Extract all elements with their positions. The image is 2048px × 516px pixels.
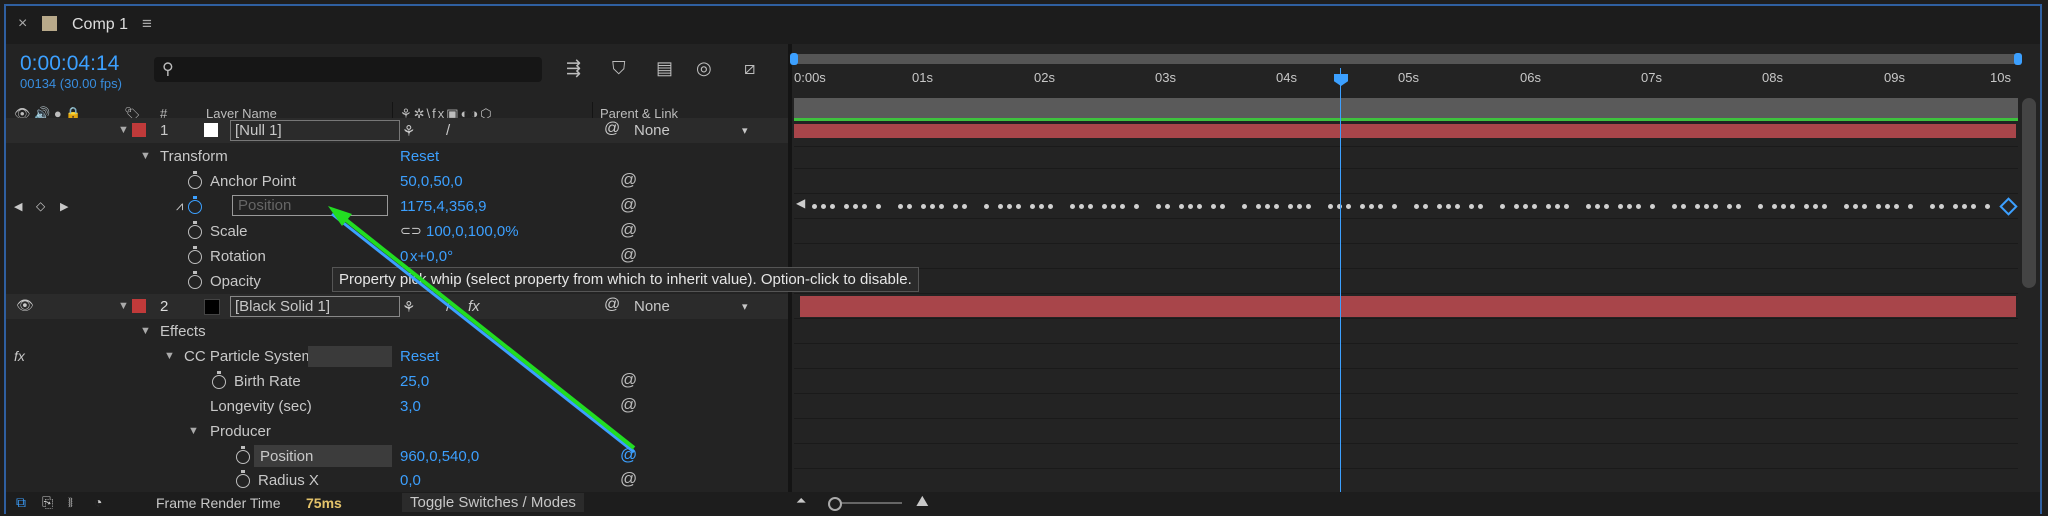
render-time-value: 75ms (306, 495, 342, 511)
zoom-slider-handle[interactable] (828, 497, 842, 511)
transfer-controls-icon[interactable]: ⎘ (42, 494, 53, 511)
in-out-panes-icon[interactable]: ⧚ (68, 494, 73, 511)
render-time-icon[interactable]: ◔ (94, 494, 102, 510)
zoom-slider[interactable] (832, 502, 902, 504)
zoom-out-icon[interactable]: ⏶ (796, 493, 806, 509)
footer-bar: ⧉ ⎘ ⧚ ◔ Frame Render Time 75ms Toggle Sw… (6, 492, 2040, 514)
zoom-in-icon[interactable]: ⛰ (916, 493, 929, 510)
pick-whip-drag-arrow (328, 206, 636, 454)
toggle-switches-modes-button[interactable]: Toggle Switches / Modes (402, 493, 584, 512)
layer-switches-icon[interactable]: ⧉ (16, 494, 26, 511)
timeline-panel: × Comp 1 ≡ 0:00:04:14 00134 (30.00 fps) … (4, 4, 2042, 514)
render-time-label: Frame Render Time (156, 495, 281, 511)
